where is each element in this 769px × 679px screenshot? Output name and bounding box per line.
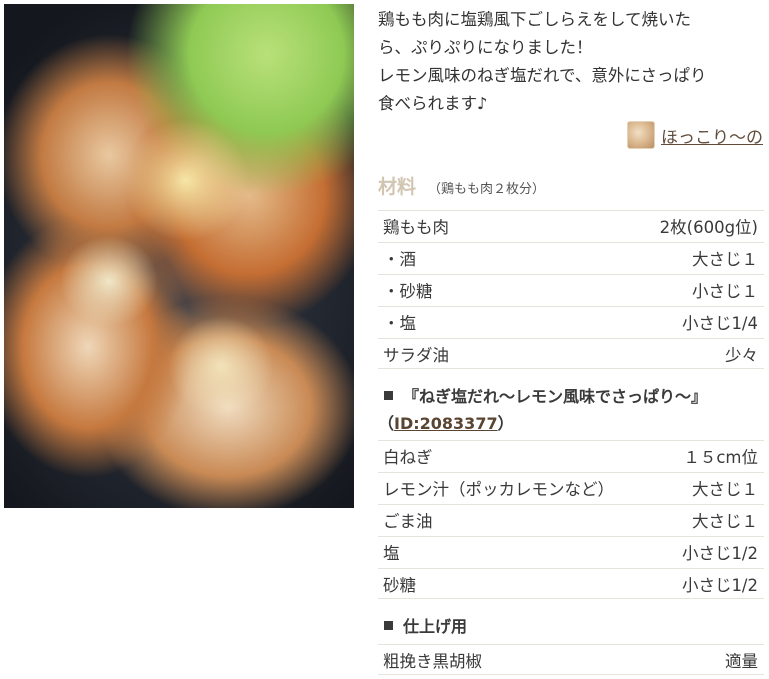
finish-section-heading: 仕上げ用 <box>384 614 467 640</box>
sauce-section-title: 『ねぎ塩だれ～レモン風味でさっぱり～』 <box>403 387 708 406</box>
ingredient-qty: 適量 <box>725 651 758 671</box>
ingredient-qty: １５cm位 <box>683 448 758 467</box>
ingredient-row: ・塩 小さじ1/4 <box>378 306 764 337</box>
ingredient-name: ・塩 <box>383 314 416 333</box>
author-block[interactable]: ほっこり～の <box>627 121 763 149</box>
square-bullet-icon <box>384 391 393 400</box>
recipe-photo <box>4 4 354 508</box>
ingredient-name: レモン汁（ポッカレモンなど） <box>383 480 614 499</box>
ingredient-name: 鶏もも肉 <box>383 218 449 237</box>
author-name-link[interactable]: ほっこり～の <box>661 123 763 148</box>
ingredient-qty: 大さじ１ <box>692 250 758 269</box>
ingredient-qty: 小さじ1/2 <box>681 575 758 595</box>
ingredient-row: 砂糖 小さじ1/2 <box>378 568 764 599</box>
sauce-recipe-id: （ID:2083377） <box>378 411 514 437</box>
ingredient-name: サラダ油 <box>383 345 449 365</box>
ingredient-row: 白ねぎ １５cm位 <box>378 440 764 471</box>
ingredient-qty: 大さじ１ <box>692 480 758 499</box>
ingredient-qty: 小さじ1/2 <box>681 544 758 563</box>
ingredient-name: ・酒 <box>383 250 416 269</box>
ingredient-qty: 2枚(600g位) <box>659 218 758 237</box>
ingredients-servings: （鶏もも肉２枚分） <box>428 182 546 197</box>
description-line: レモン風味のねぎ塩だれで、意外にさっぱり <box>378 66 707 85</box>
ingredient-name: ごま油 <box>383 512 433 531</box>
recipe-description: 鶏もも肉に塩鶏風下ごしらえをして焼いた ら、ぷりぷりになりました！ レモン風味の… <box>378 6 764 118</box>
ingredient-name: 砂糖 <box>383 575 416 595</box>
ingredient-qty: 小さじ１ <box>692 282 758 301</box>
square-bullet-icon <box>384 621 393 630</box>
ingredient-row: サラダ油 少々 <box>378 338 764 369</box>
sauce-recipe-id-link[interactable]: ID:2083377 <box>394 414 498 433</box>
ingredient-name: 粗挽き黒胡椒 <box>383 651 482 671</box>
ingredient-row: 粗挽き黒胡椒 適量 <box>378 644 764 675</box>
ingredient-row: 塩 小さじ1/2 <box>378 536 764 567</box>
ingredient-qty: 小さじ1/4 <box>681 314 758 333</box>
ingredient-row: 鶏もも肉 2枚(600g位) <box>378 210 764 241</box>
ingredient-row: ・酒 大さじ１ <box>378 242 764 273</box>
ingredient-row: レモン汁（ポッカレモンなど） 大さじ１ <box>378 472 764 503</box>
description-line: 鶏もも肉に塩鶏風下ごしらえをして焼いた <box>378 10 692 29</box>
finish-section-title: 仕上げ用 <box>403 617 468 636</box>
ingredient-qty: 少々 <box>725 345 758 365</box>
id-paren-close: ） <box>497 414 514 433</box>
ingredient-name: 塩 <box>383 544 400 563</box>
ingredient-row: ごま油 大さじ１ <box>378 504 764 535</box>
ingredients-header: 材料 （鶏もも肉２枚分） <box>378 172 545 199</box>
ingredient-name: 白ねぎ <box>383 448 433 467</box>
ingredient-name: ・砂糖 <box>383 282 433 301</box>
ingredients-title: 材料 <box>378 176 417 198</box>
author-avatar[interactable] <box>627 121 655 149</box>
description-line: 食べられます♪ <box>378 94 488 113</box>
ingredient-qty: 大さじ１ <box>692 512 758 531</box>
id-paren-open: （ <box>378 414 395 433</box>
description-line: ら、ぷりぷりになりました！ <box>378 38 593 57</box>
ingredient-row: ・砂糖 小さじ１ <box>378 274 764 305</box>
sauce-section-heading: 『ねぎ塩だれ～レモン風味でさっぱり～』 <box>384 384 707 410</box>
